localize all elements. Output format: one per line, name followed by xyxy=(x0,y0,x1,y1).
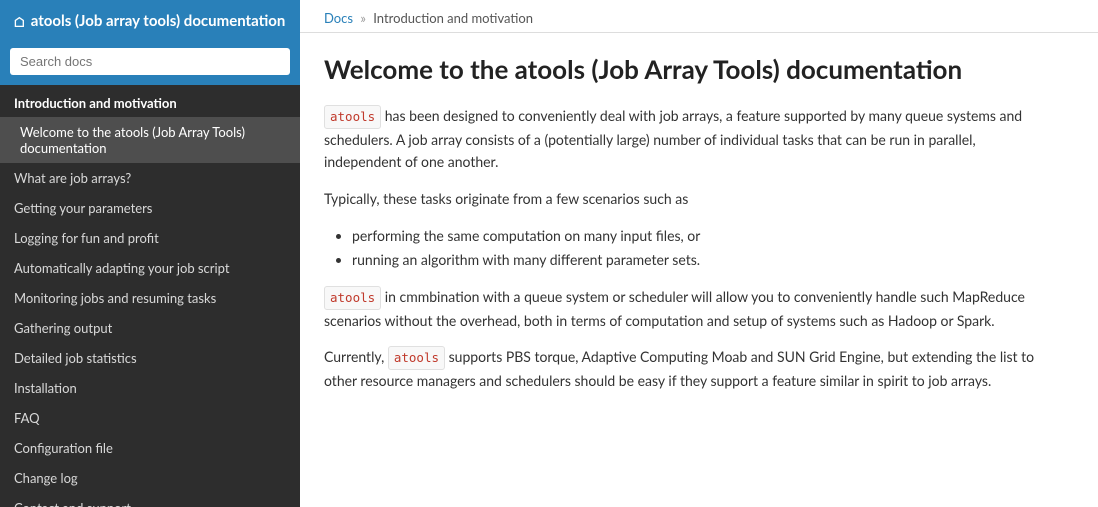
sidebar-item-config[interactable]: Configuration file xyxy=(0,433,300,463)
sidebar-item-detailed[interactable]: Detailed job statistics xyxy=(0,343,300,373)
scenarios-list: performing the same computation on many … xyxy=(352,224,1056,272)
sidebar-active-item[interactable]: Welcome to the atools (Job Array Tools) … xyxy=(0,117,300,163)
sidebar-item-contact[interactable]: Contact and support xyxy=(0,493,300,507)
atools-code-1: atools xyxy=(324,105,381,129)
home-icon: ⌂ xyxy=(14,13,25,30)
sidebar-item-logging[interactable]: Logging for fun and profit xyxy=(0,223,300,253)
breadcrumb: Docs » Introduction and motivation xyxy=(300,0,1098,33)
intro-paragraph: atools has been designed to conveniently… xyxy=(324,105,1056,174)
atools-code-3: atools xyxy=(388,346,445,370)
sidebar-item-installation[interactable]: Installation xyxy=(0,373,300,403)
sidebar-header[interactable]: ⌂ atools (Job array tools) documentation xyxy=(0,0,300,42)
breadcrumb-current: Introduction and motivation xyxy=(373,10,533,26)
main-content: Docs » Introduction and motivation Welco… xyxy=(300,0,1098,507)
sidebar-item-job-arrays[interactable]: What are job arrays? xyxy=(0,163,300,193)
search-input[interactable] xyxy=(10,48,290,75)
sidebar-item-adapting[interactable]: Automatically adapting your job script xyxy=(0,253,300,283)
sidebar-item-parameters[interactable]: Getting your parameters xyxy=(0,193,300,223)
sidebar-item-faq[interactable]: FAQ xyxy=(0,403,300,433)
support-paragraph: Currently, atools supports PBS torque, A… xyxy=(324,346,1056,392)
atools-code-2: atools xyxy=(324,286,381,310)
search-box-wrap xyxy=(0,42,300,85)
list-item-2: running an algorithm with many different… xyxy=(352,248,1056,272)
sidebar-item-changelog[interactable]: Change log xyxy=(0,463,300,493)
page-title: Welcome to the atools (Job Array Tools) … xyxy=(324,53,1056,87)
sidebar-item-monitoring[interactable]: Monitoring jobs and resuming tasks xyxy=(0,283,300,313)
sidebar-title: atools (Job array tools) documentation xyxy=(31,12,286,30)
support-prefix: Currently, xyxy=(324,348,388,365)
mapreduce-text: in cmmbination with a queue system or sc… xyxy=(324,288,1025,329)
mapreduce-paragraph: atools in cmmbination with a queue syste… xyxy=(324,286,1056,332)
scenarios-intro: Typically, these tasks originate from a … xyxy=(324,188,1056,210)
content-body: Welcome to the atools (Job Array Tools) … xyxy=(300,33,1080,426)
breadcrumb-separator: » xyxy=(360,10,366,26)
sidebar-item-gathering[interactable]: Gathering output xyxy=(0,313,300,343)
sidebar-section-label: Introduction and motivation xyxy=(0,85,300,117)
breadcrumb-docs-link[interactable]: Docs xyxy=(324,10,353,26)
list-item-1: performing the same computation on many … xyxy=(352,224,1056,248)
sidebar: ⌂ atools (Job array tools) documentation… xyxy=(0,0,300,507)
intro-text-1: has been designed to conveniently deal w… xyxy=(324,107,1022,170)
